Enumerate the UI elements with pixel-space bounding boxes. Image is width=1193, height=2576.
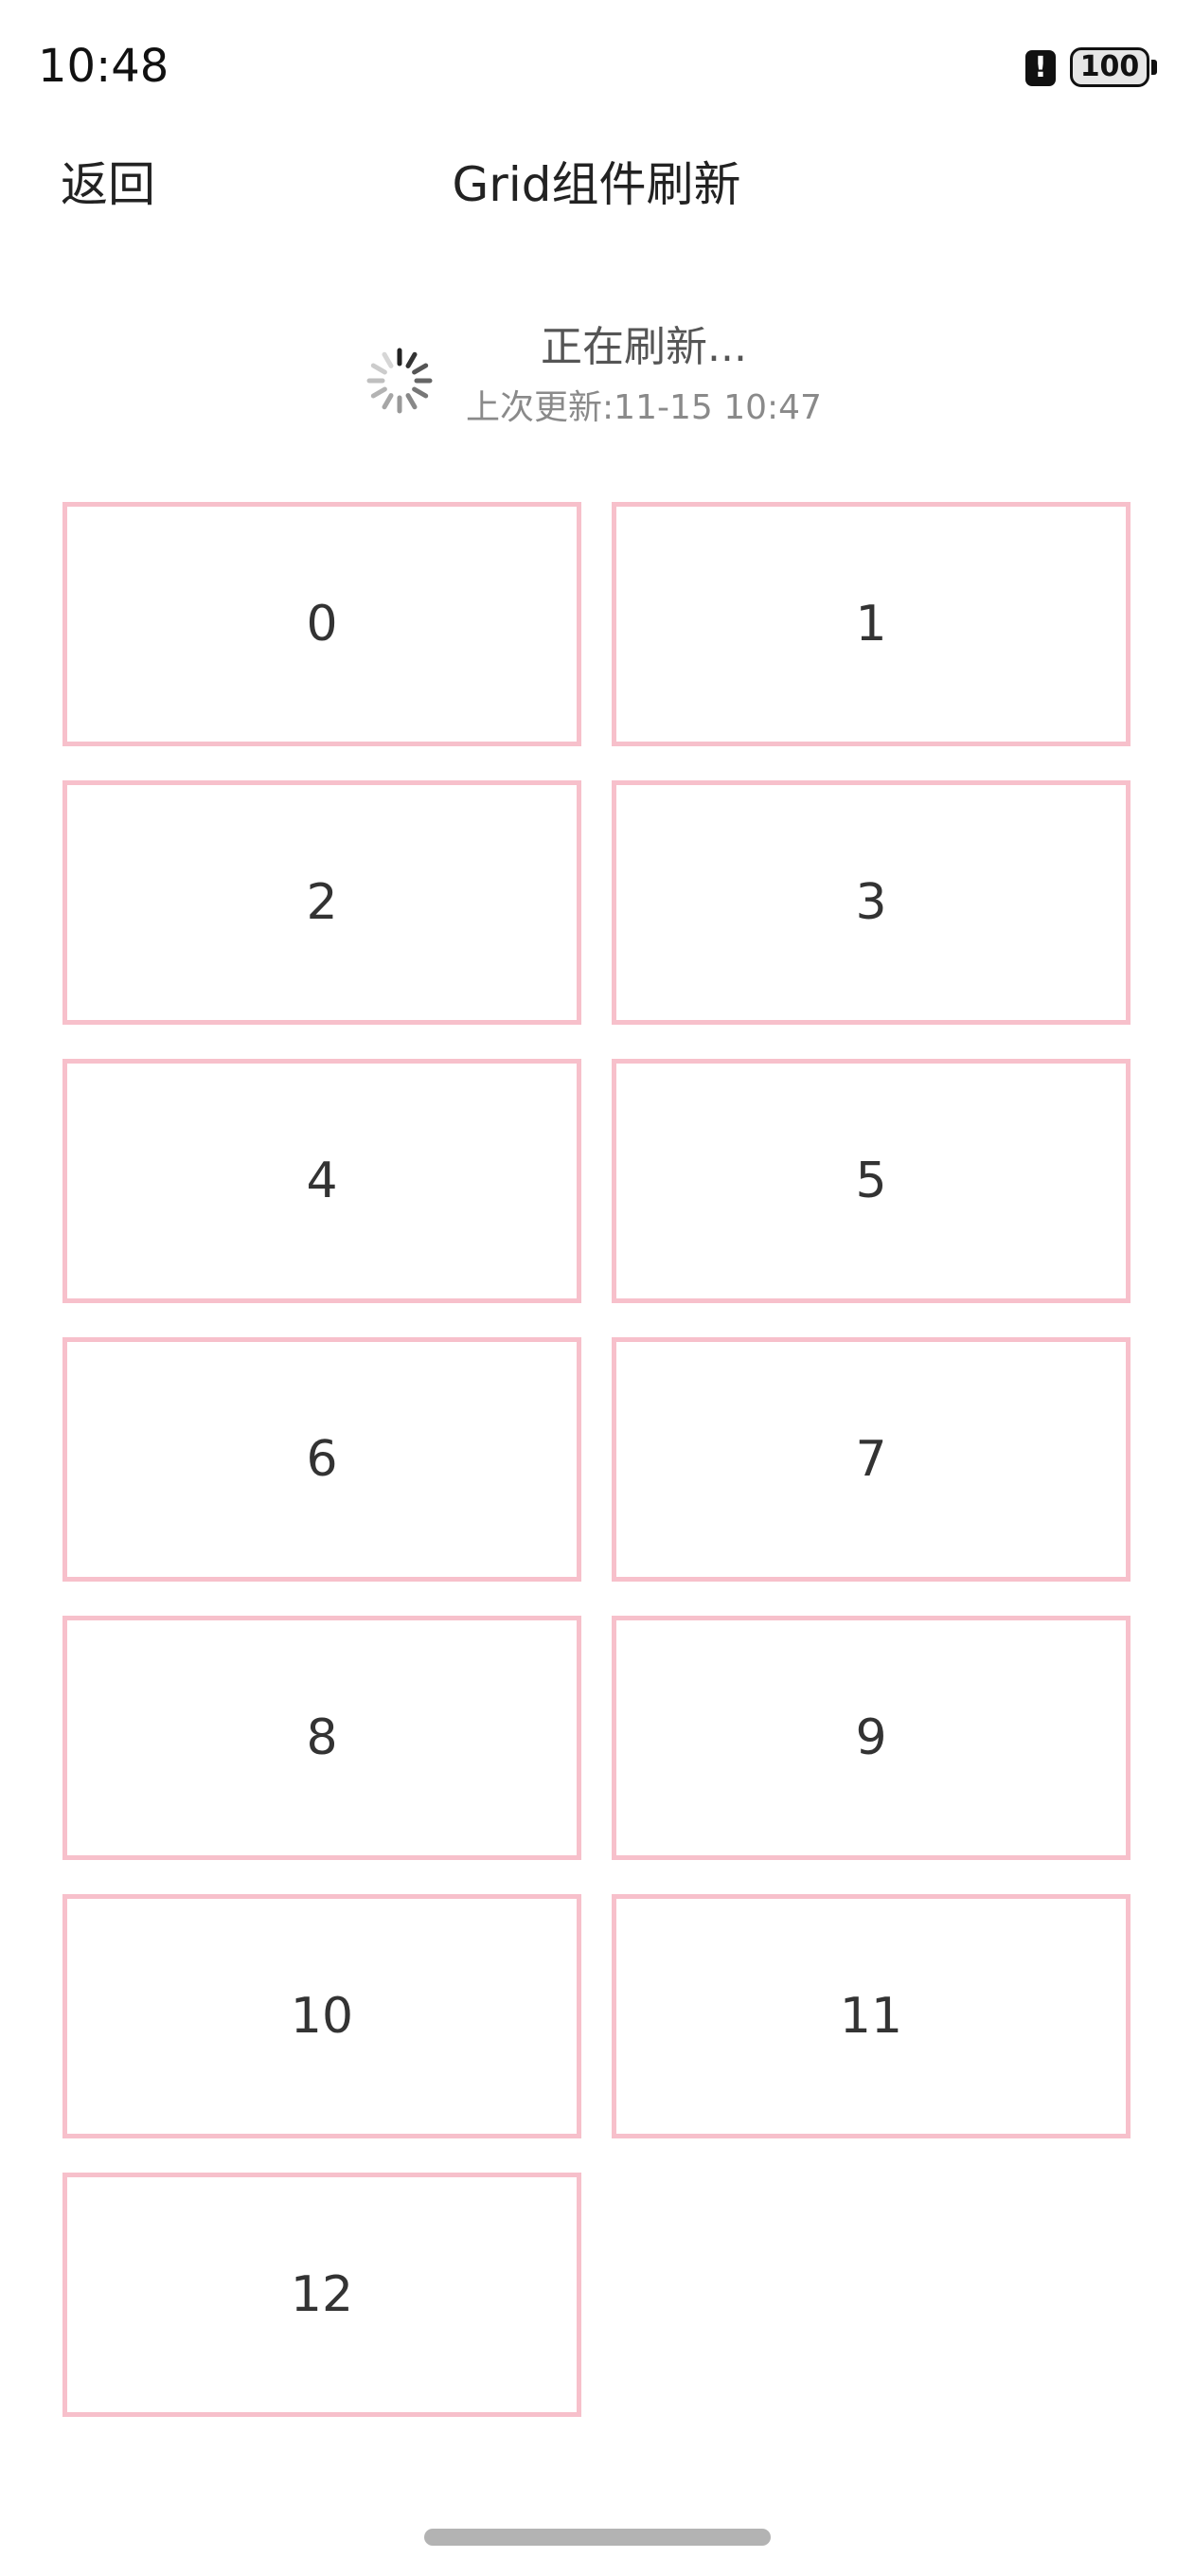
grid-item[interactable]: 1 — [612, 502, 1131, 746]
grid-item[interactable]: 7 — [612, 1337, 1131, 1582]
home-indicator[interactable] — [424, 2529, 771, 2546]
grid: 0 1 2 3 4 5 6 7 8 9 10 11 12 — [62, 502, 1131, 2417]
alert-icon: ! — [1025, 50, 1056, 86]
grid-item[interactable]: 5 — [612, 1059, 1131, 1303]
refresh-status-text: 正在刷新... — [541, 323, 747, 371]
grid-item[interactable]: 2 — [62, 780, 581, 1025]
grid-item[interactable]: 3 — [612, 780, 1131, 1025]
status-bar: 10:48 ! 100 — [0, 0, 1193, 133]
status-time: 10:48 — [38, 40, 169, 93]
grid-item[interactable]: 9 — [612, 1616, 1131, 1860]
page-title: Grid组件刷新 — [452, 157, 741, 212]
last-update-text: 上次更新:11-15 10:47 — [466, 388, 822, 427]
battery-tip — [1151, 60, 1157, 75]
grid-item[interactable]: 8 — [62, 1616, 581, 1860]
grid-item[interactable]: 6 — [62, 1337, 581, 1582]
back-button[interactable]: 返回 — [61, 152, 155, 218]
battery-icon: 100 — [1070, 47, 1149, 87]
grid-item[interactable]: 12 — [62, 2173, 581, 2417]
grid-item[interactable]: 11 — [612, 1894, 1131, 2138]
grid-item[interactable]: 10 — [62, 1894, 581, 2138]
grid-item[interactable]: 0 — [62, 502, 581, 746]
grid-item[interactable]: 4 — [62, 1059, 581, 1303]
